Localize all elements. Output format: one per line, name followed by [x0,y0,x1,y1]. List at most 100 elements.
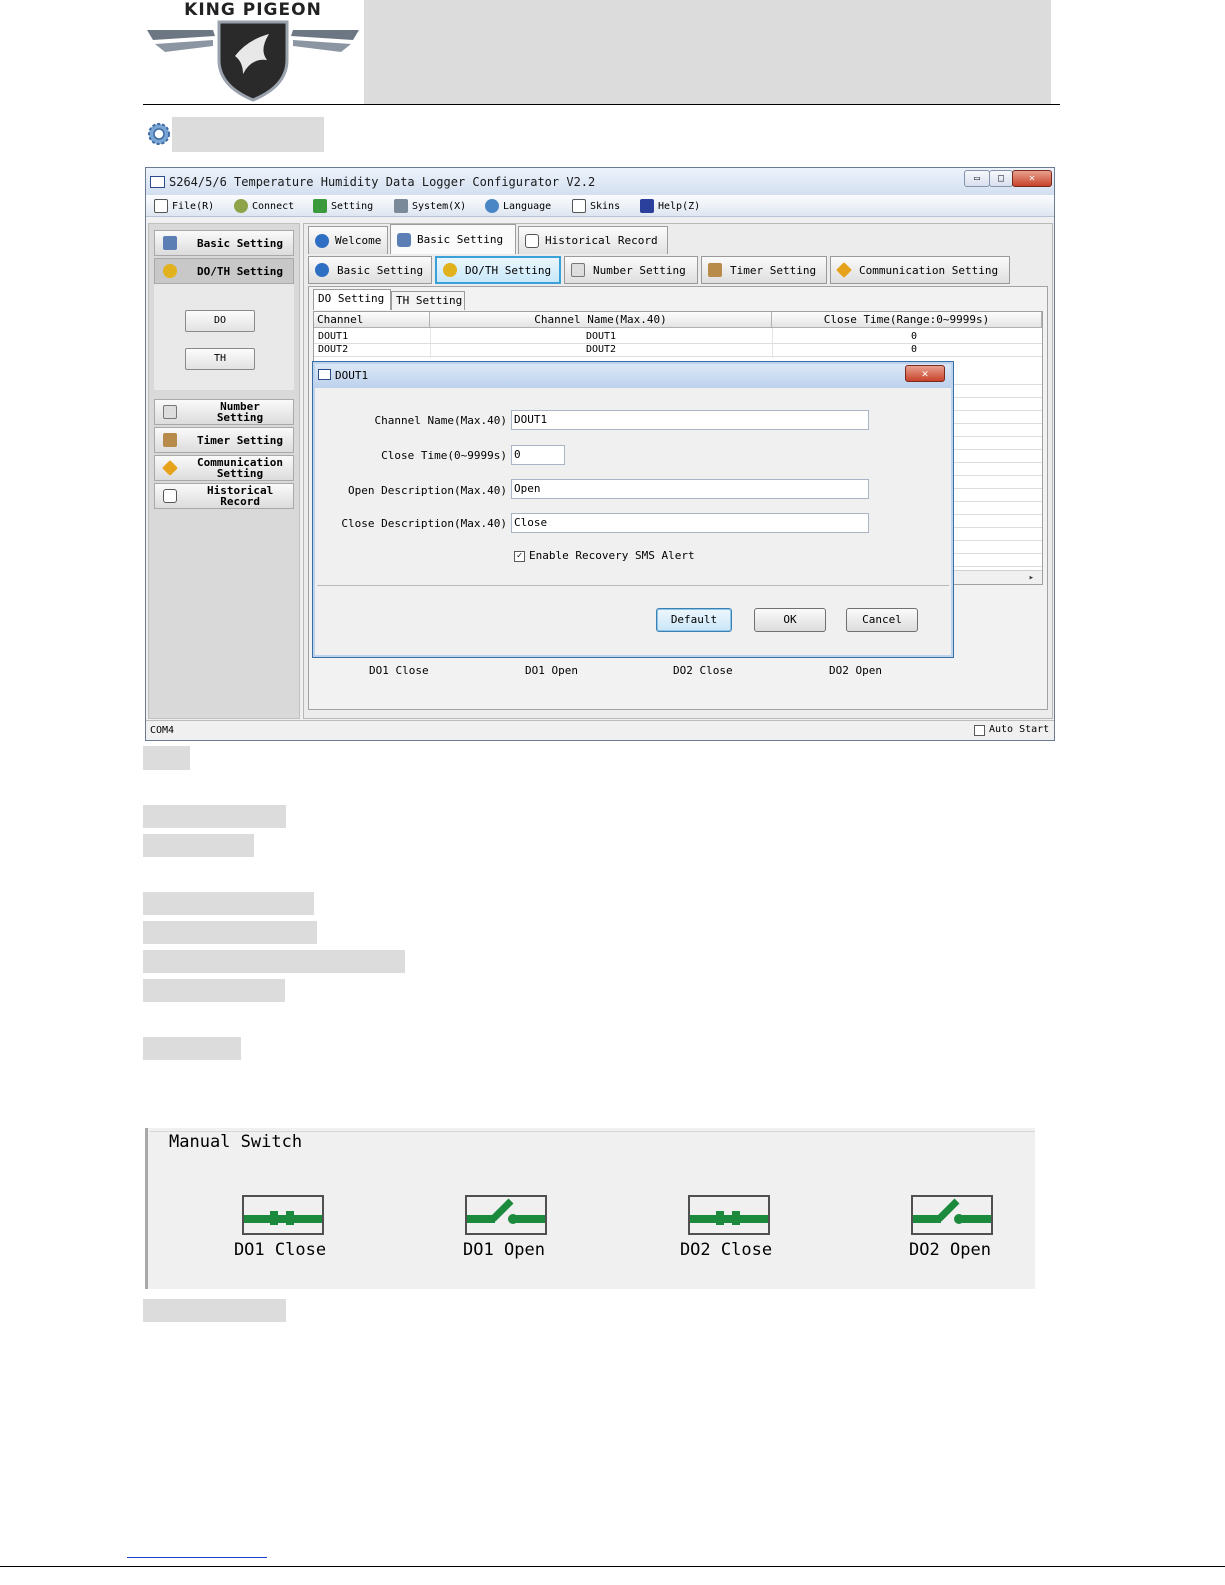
text-block [143,805,286,828]
status-bar: COM4 Auto Start [146,720,1054,740]
tab-historical-record[interactable]: Historical Record [518,226,668,254]
subtab-number-setting[interactable]: Number Setting [564,256,698,284]
switch-label-do2-close: DO2 Close [673,664,733,677]
auto-start-checkbox[interactable] [974,725,985,736]
row2-name[interactable]: DOUT2 [430,343,772,356]
recovery-sms-checkbox[interactable]: ✓ [514,551,525,562]
nav-do-th-setting[interactable]: DO/TH Setting [154,258,294,284]
tab-th-setting[interactable]: TH Setting [391,291,465,310]
nav-do-th-setting-label: DO/TH Setting [196,264,284,278]
dialog-app-icon [318,369,331,380]
open-description-input[interactable]: Open [511,479,869,499]
king-pigeon-logo: KING PIGEON [143,0,363,104]
nav-communication-setting[interactable]: Communication Setting [154,455,294,481]
setting-icon [313,199,327,213]
nav-number-setting[interactable]: Number Setting [154,399,294,425]
file-icon [154,199,168,213]
footer-divider [0,1566,1225,1567]
text-block [143,834,254,857]
dialog-close-button[interactable]: ✕ [905,365,945,382]
nav-historical-record-label: Historical Record [207,484,274,508]
cancel-button[interactable]: Cancel [846,608,918,632]
close-time-label: Close Time(0~9999s) [381,449,507,462]
dout1-dialog: DOUT1 ✕ Channel Name(Max.40) DOUT1 Close… [312,361,954,658]
menu-skins-label: Skins [590,200,621,212]
do2-open-switch-icon[interactable] [911,1195,993,1237]
th-button[interactable]: TH [185,348,255,370]
subtab-number-setting-label: Number Setting [593,263,686,277]
row1-channel[interactable]: DOUT1 [318,330,348,343]
text-block [143,950,405,973]
maximize-button[interactable]: □ [989,170,1013,187]
subtab-do-th-setting-label: DO/TH Setting [465,263,552,277]
row2-close-time[interactable]: 0 [772,343,1042,356]
manual-switch-title: Manual Switch [165,1132,307,1152]
do2-close-label: DO2 Close [679,1240,773,1260]
nav-basic-setting-label: Basic Setting [196,236,284,250]
menu-bar: File(R) Connect Setting System(X) Langua… [146,195,1054,217]
open-description-label: Open Description(Max.40) [348,484,507,497]
row2-channel[interactable]: DOUT2 [318,343,348,356]
nav-timer-setting[interactable]: Timer Setting [154,427,294,453]
text-block [143,892,314,915]
monitor-icon [397,232,411,247]
scroll-right-icon[interactable]: ▸ [1029,573,1034,583]
do2-open-label: DO2 Open [909,1240,991,1260]
do2-close-switch-icon[interactable] [688,1195,770,1237]
column-channel-name[interactable]: Channel Name(Max.40) [430,312,772,328]
subtab-communication-setting-label: Communication Setting [859,263,999,277]
menu-setting-label: Setting [331,200,374,212]
subtab-basic-setting[interactable]: Basic Setting [308,256,432,284]
nav-historical-record[interactable]: Historical Record [154,483,294,509]
window-titlebar: S264/5/6 Temperature Humidity Data Logge… [146,168,1054,195]
calendar-icon [163,433,177,447]
tab-welcome-label: Welcome [335,234,382,247]
nav-communication-setting-label: Communication Setting [196,456,284,480]
column-channel[interactable]: Channel [314,312,430,328]
footer-link-underline[interactable] [127,1557,267,1558]
recovery-sms-label: Enable Recovery SMS Alert [529,549,695,562]
subtab-do-th-setting[interactable]: DO/TH Setting [435,256,561,284]
tab-basic-setting[interactable]: Basic Setting [390,224,516,254]
do1-close-switch-icon[interactable] [242,1195,324,1237]
row1-close-time[interactable]: 0 [772,330,1042,343]
table-grid-lines [954,372,1042,572]
menu-language[interactable]: Language [485,198,551,214]
database-icon [525,233,539,248]
tab-do-setting[interactable]: DO Setting [313,289,391,310]
do1-open-switch-icon[interactable] [465,1195,547,1237]
channel-name-input[interactable]: DOUT1 [511,410,869,430]
menu-language-label: Language [503,200,552,212]
default-button[interactable]: Default [656,608,732,632]
menu-setting[interactable]: Setting [313,198,373,214]
close-button[interactable]: ✕ [1012,170,1052,187]
radiation-icon [163,264,177,278]
dialog-title: DOUT1 [335,369,369,382]
nav-basic-setting[interactable]: Basic Setting [154,230,294,256]
calendar-icon [708,263,722,277]
do-button[interactable]: DO [185,310,255,332]
nav-timer-setting-label: Timer Setting [196,433,284,447]
row-divider [314,356,1042,357]
radiation-icon [443,263,457,277]
menu-system[interactable]: System(X) [394,198,466,214]
menu-skins[interactable]: Skins [572,198,620,214]
globe-icon [485,199,499,213]
tab-welcome[interactable]: Welcome [308,226,388,254]
close-description-input[interactable]: Close [511,513,869,533]
text-block [143,1037,241,1060]
subtab-communication-setting[interactable]: Communication Setting [830,256,1010,284]
row1-name[interactable]: DOUT1 [430,330,772,343]
row-divider [314,343,1042,344]
minimize-button[interactable]: ▭ [964,170,990,187]
switch-label-do1-open: DO1 Open [525,664,578,677]
menu-help[interactable]: Help(Z) [640,198,700,214]
close-time-input[interactable]: 0 [511,445,565,465]
menu-connect[interactable]: Connect [234,198,294,214]
menu-file[interactable]: File(R) [154,198,214,214]
subtab-timer-setting[interactable]: Timer Setting [701,256,827,284]
column-close-time[interactable]: Close Time(Range:0~9999s) [772,312,1042,328]
ok-button[interactable]: OK [754,608,826,632]
database-icon [163,489,177,503]
switch-label-do1-close: DO1 Close [369,664,429,677]
